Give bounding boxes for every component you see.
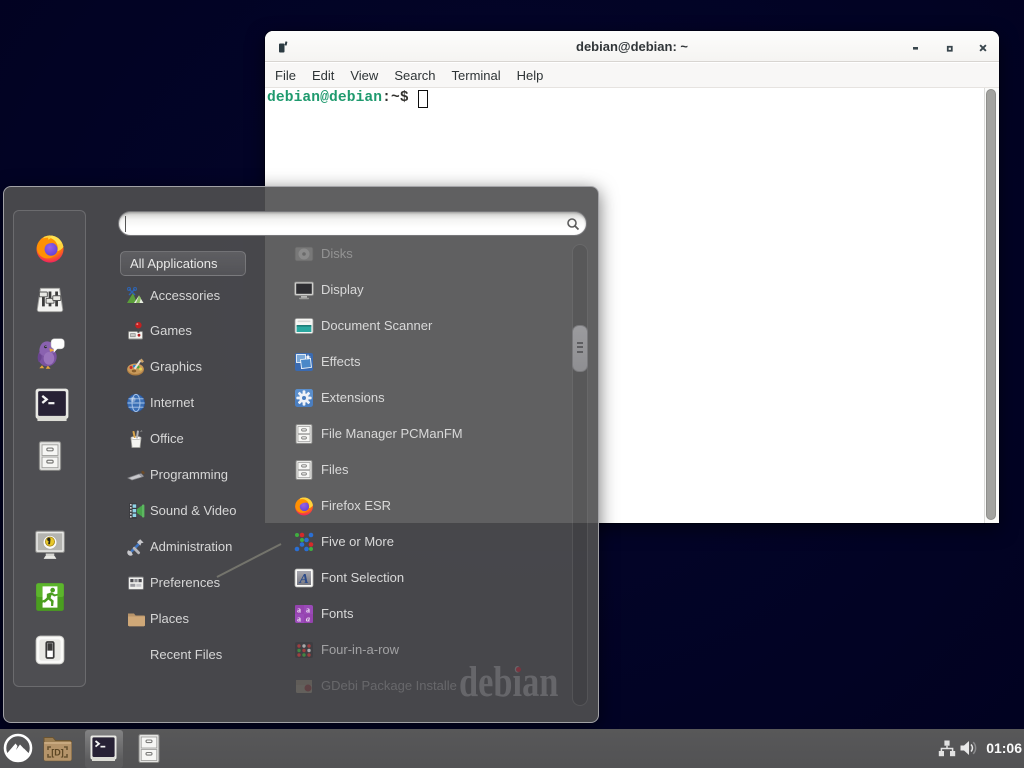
svg-text:a: a [297,606,301,615]
svg-text:A: A [298,572,308,587]
svg-text:a: a [306,615,310,624]
svg-text:a: a [306,606,310,615]
svg-text:a: a [297,615,301,624]
svg-text:[D]: [D] [51,748,64,758]
